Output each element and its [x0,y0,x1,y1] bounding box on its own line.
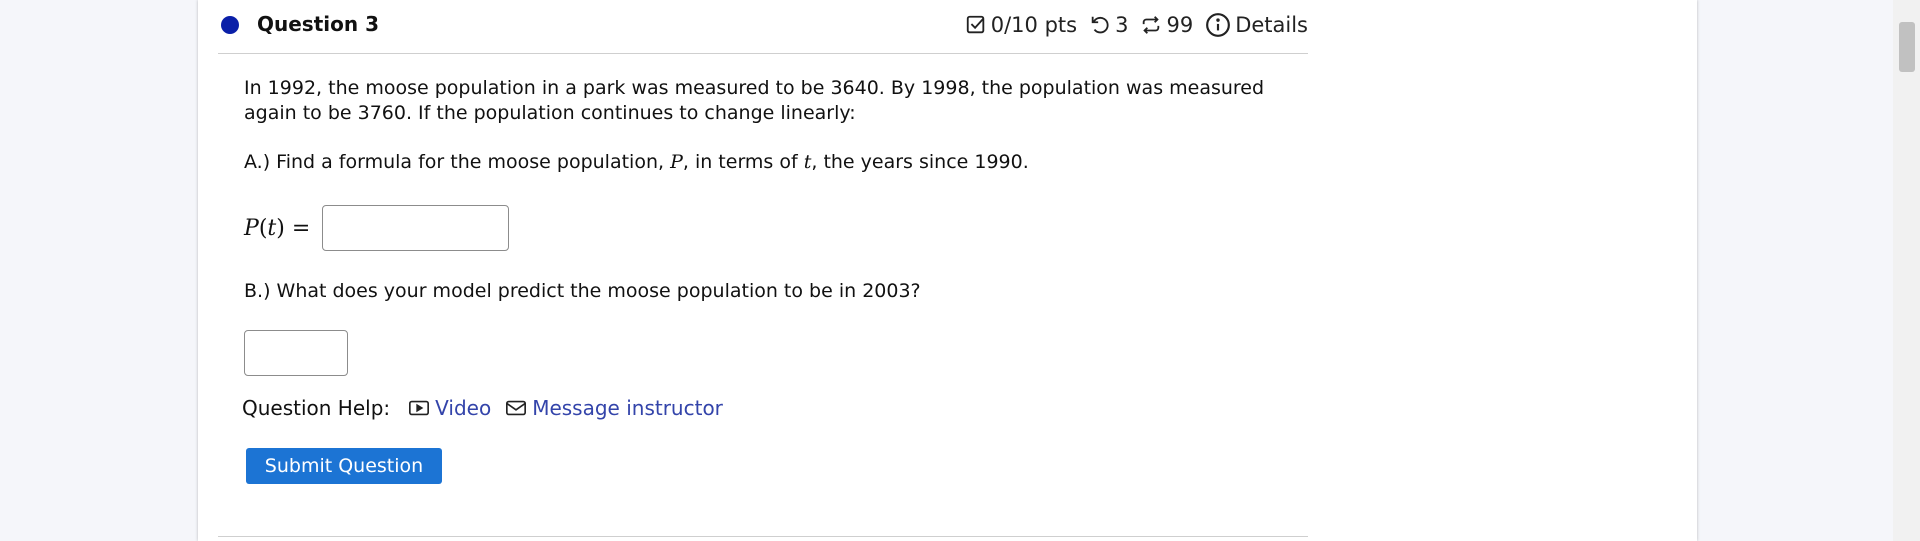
attempts-indicator: 99 [1140,13,1193,37]
video-icon [409,400,430,416]
scrollbar-thumb[interactable] [1899,22,1915,72]
part-a-prefix: A.) Find a formula for the moose populat… [244,151,671,173]
submit-question-button[interactable]: Submit Question [246,448,442,484]
video-link[interactable]: Video [408,396,491,420]
details-button[interactable]: Details [1205,12,1308,38]
retry-icon [1091,16,1109,34]
part-a-suffix: , the years since 1990. [811,151,1029,173]
message-instructor-link[interactable]: Message instructor [505,396,723,420]
question-prompt: In 1992, the moose population in a park … [244,77,1265,124]
formula-fn: P [244,215,259,241]
question-body: In 1992, the moose population in a park … [242,76,1294,484]
question-panel: Question 3 0/10 pts 3 99 Details In 1992… [198,0,1697,541]
retries-indicator: 3 [1089,13,1128,37]
formula-answer-input[interactable] [322,205,510,251]
details-label: Details [1235,13,1308,37]
bottom-divider [218,536,1308,537]
question-meta: 0/10 pts 3 99 Details [953,12,1308,38]
formula-equals: = [291,215,311,241]
score-text: 0/10 pts [990,13,1078,37]
question-status-dot [221,16,239,34]
formula-close: ) [276,215,285,241]
formula-row: P(t) = [244,205,510,251]
formula-label: P(t) = [244,216,310,241]
message-instructor-label: Message instructor [532,396,723,420]
prediction-answer-input[interactable] [244,330,348,376]
var-p: P [670,151,683,173]
attempts-count: 99 [1166,13,1194,37]
part-b-text: B.) What does your model predict the moo… [244,280,921,302]
checkbox-icon [966,15,984,34]
repeat-icon [1143,16,1160,34]
question-help: Question Help: Video Message instructor [242,396,737,420]
retries-count: 3 [1115,13,1129,37]
mail-icon [506,400,527,416]
video-label: Video [435,396,492,420]
page-scrollbar[interactable] [1893,0,1920,541]
question-title: Question 3 [257,12,379,36]
help-label: Question Help: [242,396,391,420]
formula-arg: t [267,215,277,241]
part-a-text: A.) Find a formula for the moose populat… [244,150,1029,175]
score-indicator: 0/10 pts [965,13,1077,37]
info-icon [1206,13,1231,37]
question-header: Question 3 0/10 pts 3 99 Details [218,0,1308,54]
part-a-middle: , in terms of [682,151,804,173]
